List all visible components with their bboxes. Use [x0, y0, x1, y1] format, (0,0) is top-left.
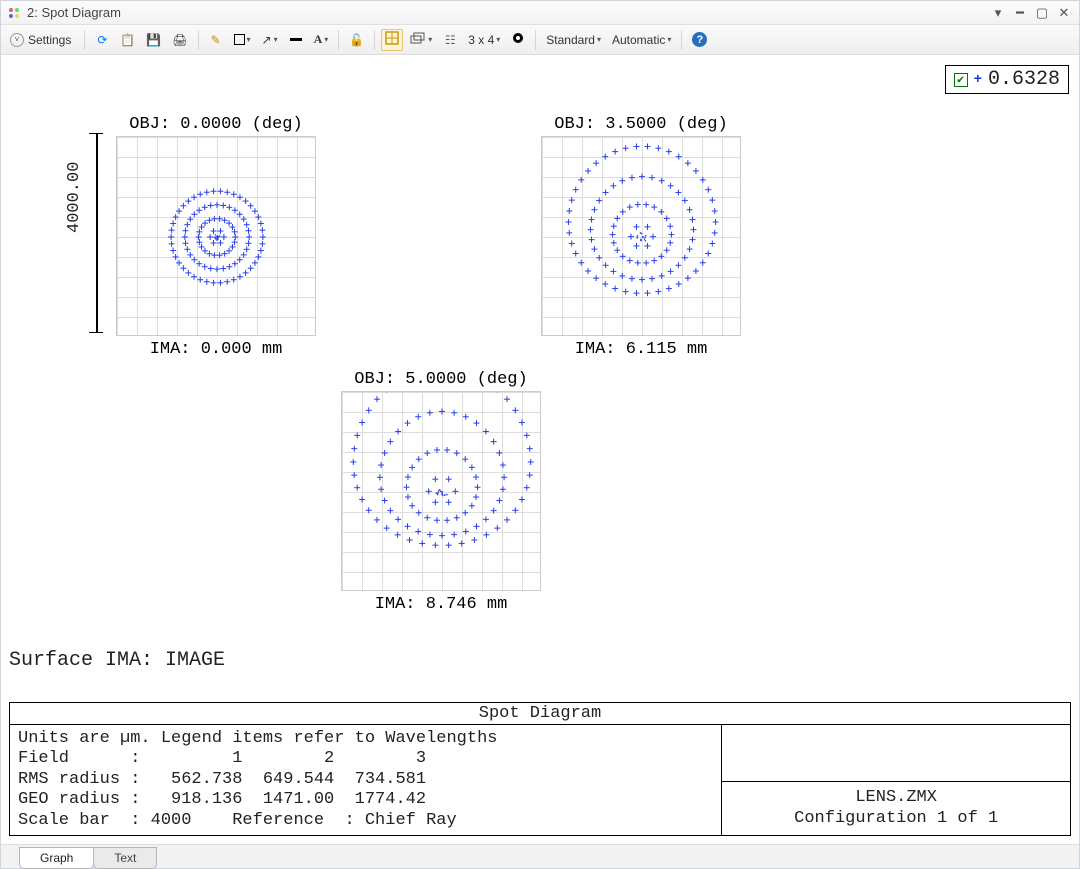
close-button[interactable]: ✕	[1055, 4, 1073, 22]
separator	[374, 30, 375, 50]
save-icon: 💾	[146, 33, 161, 47]
app-icon	[7, 6, 21, 20]
plot-area: ✔ + 0.6328 4000.00 OBJ: 0.0000 (deg) IMA…	[1, 55, 1079, 868]
minimize-button[interactable]: ━	[1011, 4, 1029, 22]
window-title: 2: Spot Diagram	[27, 5, 985, 20]
edit-button[interactable]: ✎	[205, 29, 227, 51]
plot-grid[interactable]	[116, 136, 316, 336]
fit-button[interactable]	[381, 29, 403, 51]
plot-obj-label: OBJ: 0.0000 (deg)	[116, 115, 316, 134]
plot-ima-label: IMA: 0.000 mm	[116, 340, 316, 359]
tab-text[interactable]: Text	[93, 847, 157, 869]
plot-obj-label: OBJ: 3.5000 (deg)	[541, 115, 741, 134]
spot-points	[542, 137, 742, 337]
wavelength-value: 0.6328	[988, 68, 1060, 91]
rectangle-icon	[234, 34, 245, 45]
separator	[681, 30, 682, 50]
info-table: Spot Diagram Units are µm. Legend items …	[9, 702, 1071, 836]
arrow-icon: ↗	[262, 33, 272, 47]
dropdown-icon[interactable]: ▾	[989, 4, 1007, 22]
standard-dropdown[interactable]: Standard▾	[542, 29, 605, 51]
arrow-tool-button[interactable]: ↗▾	[258, 29, 282, 51]
automatic-dropdown[interactable]: Automatic▾	[608, 29, 675, 51]
standard-label: Standard	[546, 33, 595, 47]
print-icon: 🖨	[172, 33, 187, 47]
print-button[interactable]: 🖨	[168, 29, 191, 51]
spot-diagram-window: 2: Spot Diagram ▾ ━ ▢ ✕ ˅ Settings ⟳ 📋 💾…	[0, 0, 1080, 869]
file-name: LENS.ZMX	[855, 788, 937, 807]
text-a-icon: A	[314, 32, 323, 47]
spot-points	[342, 392, 542, 592]
plot-field-2: OBJ: 3.5000 (deg) IMA: 6.115 mm	[541, 115, 741, 359]
settings-button[interactable]: ˅ Settings	[7, 29, 78, 51]
tab-graph[interactable]: Graph	[19, 847, 94, 869]
separator	[535, 30, 536, 50]
config-button[interactable]: ▾	[406, 29, 436, 51]
toolbar: ˅ Settings ⟳ 📋 💾 🖨 ✎ ▾ ↗▾ A▾ 🔓 ▾ ☷ 3 x 4…	[1, 25, 1079, 55]
grid-size-label: 3 x 4	[468, 33, 494, 47]
pencil-icon: ✎	[210, 33, 220, 47]
fit-icon	[385, 31, 399, 48]
text-tool-button[interactable]: A▾	[310, 29, 333, 51]
plot-grid[interactable]	[341, 391, 541, 591]
scale-bar-label: 4000.00	[65, 162, 84, 233]
help-button[interactable]: ?	[688, 29, 711, 51]
rect-tool-button[interactable]: ▾	[230, 29, 255, 51]
plot-field-1: OBJ: 0.0000 (deg) IMA: 0.000 mm	[116, 115, 316, 359]
target-button[interactable]	[507, 29, 529, 51]
config-icon	[410, 31, 426, 48]
separator	[198, 30, 199, 50]
info-right-panel: LENS.ZMX Configuration 1 of 1	[722, 725, 1070, 835]
automatic-label: Automatic	[612, 33, 665, 47]
info-left-panel: Units are µm. Legend items refer to Wave…	[10, 725, 722, 835]
wavelength-legend[interactable]: ✔ + 0.6328	[945, 65, 1069, 94]
save-button[interactable]: 💾	[142, 29, 165, 51]
separator	[338, 30, 339, 50]
layers-icon: ☷	[445, 33, 456, 47]
refresh-button[interactable]: ⟳	[91, 29, 113, 51]
settings-label: Settings	[28, 33, 71, 47]
scale-bar	[89, 133, 103, 333]
refresh-icon: ⟳	[97, 33, 107, 47]
plot-field-3: OBJ: 5.0000 (deg) IMA: 8.746 mm	[341, 370, 541, 614]
spot-points	[117, 137, 317, 337]
layers-button[interactable]: ☷	[439, 29, 461, 51]
plot-obj-label: OBJ: 5.0000 (deg)	[341, 370, 541, 389]
plot-ima-label: IMA: 6.115 mm	[541, 340, 741, 359]
checkbox-checked-icon[interactable]: ✔	[954, 73, 968, 87]
lock-icon: 🔓	[349, 33, 364, 47]
copy-icon: 📋	[120, 33, 135, 47]
help-icon: ?	[692, 32, 707, 47]
surface-header: Surface IMA: IMAGE	[9, 649, 225, 672]
line-tool-button[interactable]	[285, 29, 307, 51]
chevron-down-icon: ˅	[10, 33, 24, 47]
plot-ima-label: IMA: 8.746 mm	[341, 595, 541, 614]
info-title: Spot Diagram	[10, 703, 1070, 725]
lock-button[interactable]: 🔓	[345, 29, 368, 51]
bottom-tabs: Graph Text	[1, 844, 1079, 868]
config-line: Configuration 1 of 1	[794, 809, 998, 828]
copy-button[interactable]: 📋	[116, 29, 139, 51]
grid-size-button[interactable]: 3 x 4▾	[464, 29, 504, 51]
separator	[84, 30, 85, 50]
plus-marker-icon: +	[974, 72, 982, 88]
plot-grid[interactable]	[541, 136, 741, 336]
target-icon	[511, 31, 525, 48]
titlebar: 2: Spot Diagram ▾ ━ ▢ ✕	[1, 1, 1079, 25]
line-icon	[290, 38, 302, 41]
maximize-button[interactable]: ▢	[1033, 4, 1051, 22]
